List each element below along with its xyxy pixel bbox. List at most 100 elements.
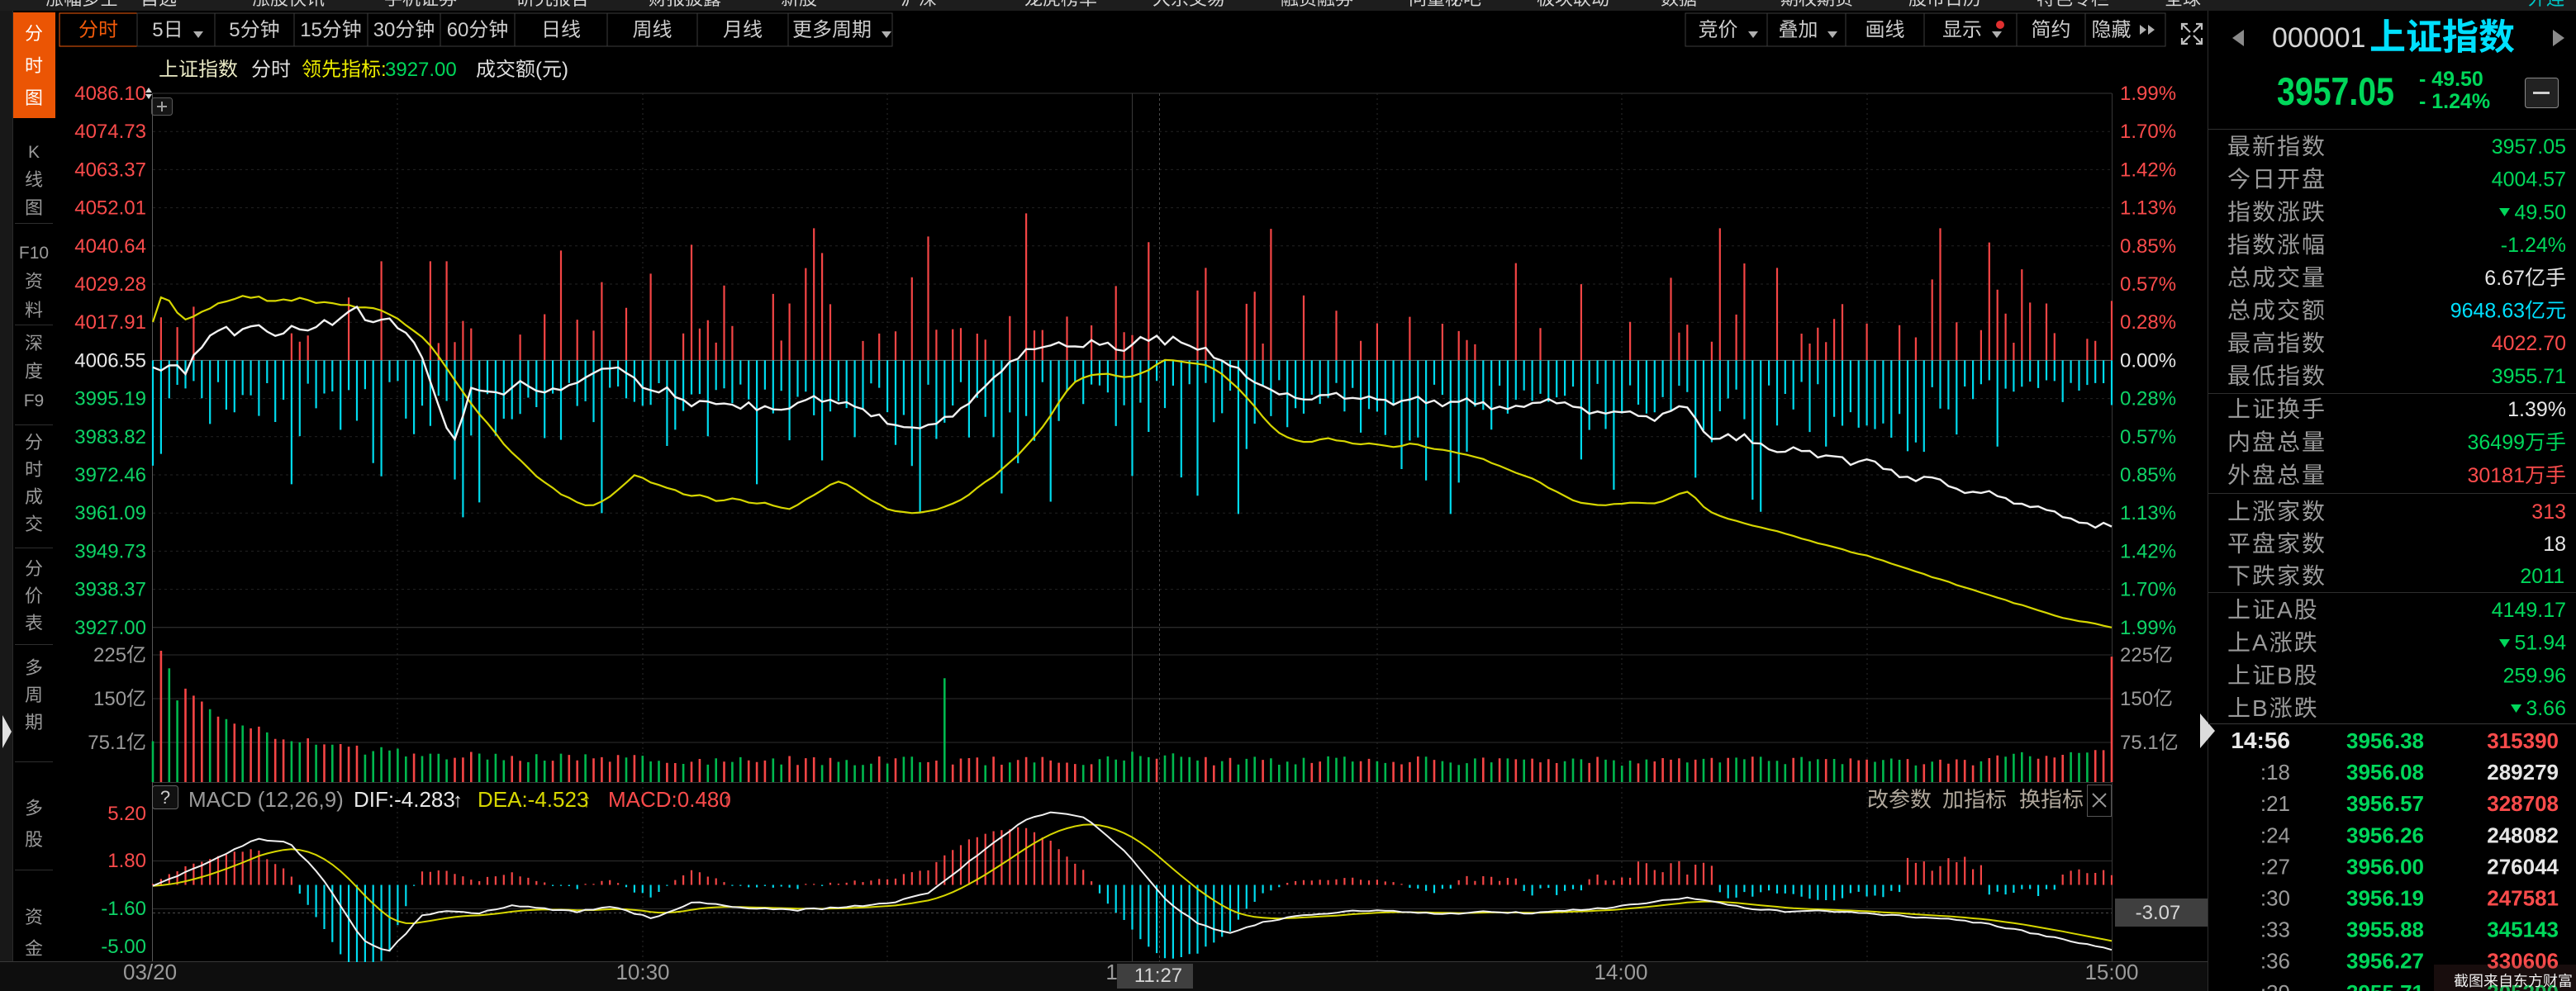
svg-text:49.50: 49.50	[2514, 201, 2566, 224]
svg-text:15:00: 15:00	[2084, 960, 2138, 984]
svg-text:5.20: 5.20	[107, 803, 146, 825]
svg-text:1.13%: 1.13%	[2120, 502, 2176, 524]
svg-text:3995.19: 3995.19	[74, 388, 146, 410]
svg-text:3955.88: 3955.88	[2346, 918, 2424, 942]
svg-text:315390: 315390	[2487, 728, 2559, 753]
svg-text:MACD:0.480: MACD:0.480	[608, 787, 731, 812]
svg-text:4022.70: 4022.70	[2492, 332, 2566, 355]
svg-text:3957.05: 3957.05	[2492, 135, 2566, 159]
svg-text:14:56: 14:56	[2231, 728, 2290, 753]
svg-text:3927.00: 3927.00	[385, 59, 457, 81]
svg-text:- 1.24%: - 1.24%	[2419, 90, 2490, 113]
svg-text:150: 150	[2120, 688, 2153, 710]
svg-text:MACD (12,26,9): MACD (12,26,9)	[188, 787, 344, 812]
svg-text:3955.71: 3955.71	[2492, 365, 2566, 388]
svg-text:1.13%: 1.13%	[2120, 197, 2176, 220]
svg-text:313: 313	[2531, 500, 2566, 524]
svg-text::27: :27	[2260, 854, 2290, 879]
svg-text:000001: 000001	[2272, 22, 2365, 54]
svg-text:289279: 289279	[2487, 760, 2559, 785]
svg-text:2011: 2011	[2520, 565, 2564, 588]
svg-text:11:27: 11:27	[1134, 965, 1182, 987]
svg-text:03/20: 03/20	[123, 960, 177, 984]
svg-text:36499: 36499	[2468, 431, 2526, 454]
svg-text:): )	[562, 59, 568, 81]
svg-text:(: (	[535, 59, 542, 81]
svg-text:0.85%: 0.85%	[2120, 464, 2176, 486]
svg-text:0.85%: 0.85%	[2120, 235, 2176, 258]
svg-text:18: 18	[2543, 533, 2566, 556]
svg-text:1.80: 1.80	[107, 850, 146, 872]
svg-text::24: :24	[2260, 823, 2290, 847]
svg-text:B: B	[2277, 662, 2293, 688]
svg-text:225: 225	[93, 644, 126, 666]
svg-text:DEA:-4.523: DEA:-4.523	[478, 787, 588, 812]
svg-text:150: 150	[93, 688, 126, 710]
svg-text:4006.55: 4006.55	[74, 349, 146, 372]
svg-text::36: :36	[2260, 949, 2290, 974]
svg-text:4017.91: 4017.91	[74, 311, 146, 334]
svg-text:3983.82: 3983.82	[74, 426, 146, 448]
svg-text:75.1: 75.1	[88, 732, 126, 754]
svg-text:3938.37: 3938.37	[74, 579, 146, 601]
svg-text:5: 5	[152, 19, 163, 41]
svg-text:30: 30	[373, 19, 396, 41]
svg-text:3956.19: 3956.19	[2346, 886, 2424, 911]
svg-text:1.99%: 1.99%	[2120, 83, 2176, 105]
svg-text:↑: ↑	[722, 789, 732, 812]
svg-text:B: B	[2252, 695, 2268, 721]
svg-text:3956.57: 3956.57	[2346, 791, 2424, 816]
svg-text:247581: 247581	[2487, 886, 2559, 911]
svg-text:3956.27: 3956.27	[2346, 949, 2424, 974]
svg-text:4086.10: 4086.10	[74, 83, 146, 105]
svg-text:328708: 328708	[2487, 791, 2559, 816]
svg-text:3961.09: 3961.09	[74, 502, 146, 524]
svg-text:4029.28: 4029.28	[74, 273, 146, 296]
svg-text:1.99%: 1.99%	[2120, 617, 2176, 639]
svg-text:259.96: 259.96	[2503, 664, 2566, 687]
svg-text::33: :33	[2260, 918, 2290, 942]
svg-text:1.70%: 1.70%	[2120, 579, 2176, 601]
svg-text:↑: ↑	[582, 789, 592, 812]
svg-text:0.28%: 0.28%	[2120, 388, 2176, 410]
svg-text:3956.38: 3956.38	[2346, 728, 2424, 753]
svg-text:F9: F9	[24, 391, 45, 410]
svg-text:225: 225	[2120, 644, 2153, 666]
svg-text:3957.05: 3957.05	[2277, 69, 2394, 113]
svg-text:3972.46: 3972.46	[74, 464, 146, 486]
svg-text:0.57%: 0.57%	[2120, 426, 2176, 448]
svg-text:10:30: 10:30	[615, 960, 669, 984]
svg-text:3956.00: 3956.00	[2346, 854, 2424, 879]
svg-text::21: :21	[2260, 791, 2290, 816]
svg-text:3956.26: 3956.26	[2346, 823, 2424, 847]
svg-text:3.66: 3.66	[2526, 697, 2566, 720]
svg-text:248082: 248082	[2487, 823, 2559, 847]
svg-text:↑: ↑	[453, 789, 463, 812]
svg-text:6.67: 6.67	[2484, 267, 2525, 290]
svg-text:30181: 30181	[2468, 464, 2526, 487]
svg-text:3956.08: 3956.08	[2346, 760, 2424, 785]
svg-text:A: A	[2277, 597, 2293, 623]
svg-text:1.39%: 1.39%	[2507, 398, 2566, 421]
svg-text:DIF:-4.283: DIF:-4.283	[354, 787, 455, 812]
svg-text:4074.73: 4074.73	[74, 121, 146, 143]
svg-text:4149.17: 4149.17	[2492, 599, 2566, 622]
svg-text::39: :39	[2260, 980, 2290, 991]
svg-text:1.70%: 1.70%	[2120, 121, 2176, 143]
svg-text:1.42%: 1.42%	[2120, 159, 2176, 181]
svg-text:3949.73: 3949.73	[74, 540, 146, 562]
svg-text::18: :18	[2260, 760, 2290, 785]
svg-text:K: K	[28, 143, 40, 162]
svg-text:15: 15	[300, 19, 322, 41]
svg-text::30: :30	[2260, 886, 2290, 911]
svg-text:1.42%: 1.42%	[2120, 540, 2176, 562]
svg-text:4063.37: 4063.37	[74, 159, 146, 181]
svg-text:A: A	[2252, 630, 2268, 656]
svg-text:4004.57: 4004.57	[2492, 168, 2566, 192]
svg-text:345143: 345143	[2487, 918, 2559, 942]
svg-text:3927.00: 3927.00	[74, 617, 146, 639]
svg-text:0.28%: 0.28%	[2120, 311, 2176, 334]
svg-text:276044: 276044	[2487, 854, 2559, 879]
svg-text:4040.64: 4040.64	[74, 235, 146, 258]
svg-text:3955.71: 3955.71	[2346, 980, 2424, 991]
